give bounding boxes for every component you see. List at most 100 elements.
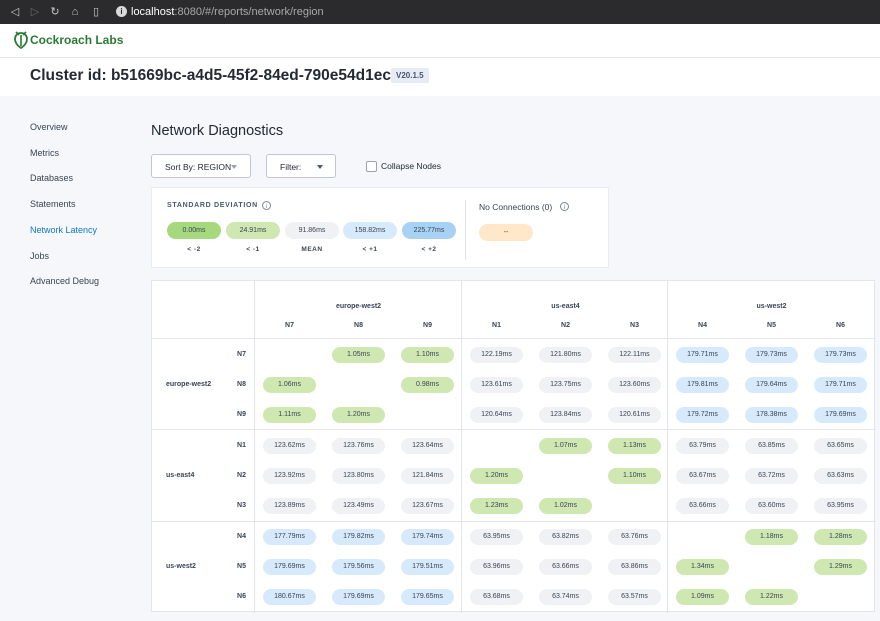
latency-cell[interactable]: 179.82ms — [332, 529, 385, 545]
latency-cell[interactable]: 1.10ms — [608, 468, 661, 484]
latency-cell[interactable]: 123.67ms — [401, 498, 454, 514]
latency-cell[interactable]: 123.80ms — [332, 468, 385, 484]
latency-cell[interactable]: 179.73ms — [814, 347, 867, 363]
row-region-header: us-east4 — [166, 472, 195, 479]
latency-cell[interactable]: 63.95ms — [814, 498, 867, 514]
latency-cell[interactable]: 1.20ms — [470, 468, 523, 484]
latency-cell[interactable]: 63.72ms — [745, 468, 798, 484]
back-icon[interactable]: ◁ — [8, 0, 22, 24]
latency-cell[interactable]: 179.71ms — [814, 377, 867, 393]
latency-cell[interactable]: 63.76ms — [608, 529, 661, 545]
latency-cell[interactable]: 122.11ms — [608, 347, 661, 363]
latency-cell[interactable]: 1.22ms — [745, 589, 798, 605]
latency-cell[interactable]: 1.18ms — [745, 529, 798, 545]
latency-cell[interactable]: 63.57ms — [608, 589, 661, 605]
latency-cell[interactable]: 63.82ms — [539, 529, 592, 545]
latency-cell[interactable]: 63.67ms — [676, 468, 729, 484]
info-icon[interactable]: i — [560, 202, 569, 211]
latency-cell[interactable]: 123.64ms — [401, 438, 454, 454]
sidebar-item-overview[interactable]: Overview — [30, 122, 68, 132]
latency-cell[interactable]: 179.73ms — [745, 347, 798, 363]
latency-cell[interactable]: 1.02ms — [539, 498, 592, 514]
sort-dropdown[interactable]: Sort By: REGION — [151, 154, 251, 178]
legend-chip-label: < +2 — [421, 246, 437, 253]
latency-cell[interactable]: 1.06ms — [263, 377, 316, 393]
latency-cell[interactable]: 123.60ms — [608, 377, 661, 393]
latency-cell[interactable]: 63.60ms — [745, 498, 798, 514]
latency-cell[interactable]: 1.10ms — [401, 347, 454, 363]
latency-cell[interactable]: 179.51ms — [401, 559, 454, 575]
latency-cell[interactable]: 179.69ms — [263, 559, 316, 575]
latency-cell[interactable]: 63.66ms — [539, 559, 592, 575]
info-icon[interactable]: i — [262, 201, 271, 210]
row-node-header: N2 — [237, 472, 246, 479]
latency-cell[interactable]: 120.61ms — [608, 407, 661, 423]
latency-cell[interactable]: 1.29ms — [814, 559, 867, 575]
latency-cell[interactable]: 178.38ms — [745, 407, 798, 423]
reload-icon[interactable]: ↻ — [48, 0, 62, 24]
column-node-header: N6 — [836, 322, 845, 329]
address-bar[interactable]: localhost:8080/#/reports/network/region — [131, 0, 324, 24]
latency-cell[interactable]: 177.79ms — [263, 529, 316, 545]
filter-dropdown[interactable]: Filter: — [266, 154, 336, 178]
latency-cell[interactable]: 180.67ms — [263, 589, 316, 605]
latency-cell[interactable]: 179.74ms — [401, 529, 454, 545]
sidebar-item-advanced-debug[interactable]: Advanced Debug — [30, 276, 99, 286]
latency-cell[interactable]: 123.49ms — [332, 498, 385, 514]
forward-icon[interactable]: ▷ — [28, 0, 42, 24]
latency-cell[interactable]: 63.63ms — [814, 468, 867, 484]
latency-cell[interactable]: 123.92ms — [263, 468, 316, 484]
latency-cell[interactable]: 123.89ms — [263, 498, 316, 514]
sidebar-item-databases[interactable]: Databases — [30, 173, 73, 183]
latency-cell[interactable]: 1.07ms — [539, 438, 592, 454]
home-icon[interactable]: ⌂ — [68, 0, 82, 24]
latency-cell[interactable]: 120.64ms — [470, 407, 523, 423]
grid-line — [152, 521, 876, 522]
latency-cell[interactable]: 63.86ms — [608, 559, 661, 575]
latency-cell[interactable]: 179.69ms — [814, 407, 867, 423]
latency-cell[interactable]: 1.09ms — [676, 589, 729, 605]
latency-cell[interactable]: 123.62ms — [263, 438, 316, 454]
latency-cell[interactable]: 1.23ms — [470, 498, 523, 514]
latency-cell[interactable]: 179.72ms — [676, 407, 729, 423]
latency-cell[interactable]: 63.74ms — [539, 589, 592, 605]
sidebar-item-jobs[interactable]: Jobs — [30, 251, 49, 261]
latency-cell[interactable]: 179.69ms — [332, 589, 385, 605]
sidebar-item-statements[interactable]: Statements — [30, 199, 76, 209]
sidebar-item-metrics[interactable]: Metrics — [30, 148, 59, 158]
cockroach-logo-icon[interactable] — [11, 30, 31, 50]
latency-cell[interactable]: 63.96ms — [470, 559, 523, 575]
collapse-nodes-checkbox[interactable] — [366, 161, 377, 172]
latency-cell[interactable]: 123.84ms — [539, 407, 592, 423]
latency-cell[interactable]: 123.76ms — [332, 438, 385, 454]
latency-cell[interactable]: 63.68ms — [470, 589, 523, 605]
latency-cell[interactable]: 121.80ms — [539, 347, 592, 363]
latency-cell[interactable]: 1.05ms — [332, 347, 385, 363]
sidebar-item-network-latency[interactable]: Network Latency — [30, 225, 97, 235]
bookmark-icon[interactable]: ▯ — [89, 0, 103, 24]
info-icon[interactable]: i — [116, 6, 127, 17]
latency-cell[interactable]: 1.28ms — [814, 529, 867, 545]
latency-cell[interactable]: 122.19ms — [470, 347, 523, 363]
latency-cell[interactable]: 63.95ms — [470, 529, 523, 545]
latency-cell[interactable]: 0.98ms — [401, 377, 454, 393]
latency-cell[interactable]: 123.61ms — [470, 377, 523, 393]
latency-cell[interactable]: 179.56ms — [332, 559, 385, 575]
latency-cell[interactable]: 179.81ms — [676, 377, 729, 393]
latency-cell[interactable]: 63.85ms — [745, 438, 798, 454]
latency-cell[interactable]: 1.34ms — [676, 559, 729, 575]
latency-cell[interactable]: 1.11ms — [263, 407, 316, 423]
latency-cell[interactable]: 1.13ms — [608, 438, 661, 454]
latency-cell[interactable]: 63.65ms — [814, 438, 867, 454]
latency-cell[interactable]: 179.65ms — [401, 589, 454, 605]
latency-cell[interactable]: 63.66ms — [676, 498, 729, 514]
latency-cell[interactable]: 1.20ms — [332, 407, 385, 423]
latency-cell[interactable]: 63.79ms — [676, 438, 729, 454]
latency-cell[interactable]: 179.71ms — [676, 347, 729, 363]
latency-cell[interactable]: 123.75ms — [539, 377, 592, 393]
legend-chip: 91.86ms — [285, 222, 339, 239]
latency-cell[interactable]: 179.64ms — [745, 377, 798, 393]
column-node-header: N8 — [354, 322, 363, 329]
url-path: :8080/#/reports/network/region — [174, 6, 324, 18]
latency-cell[interactable]: 121.84ms — [401, 468, 454, 484]
